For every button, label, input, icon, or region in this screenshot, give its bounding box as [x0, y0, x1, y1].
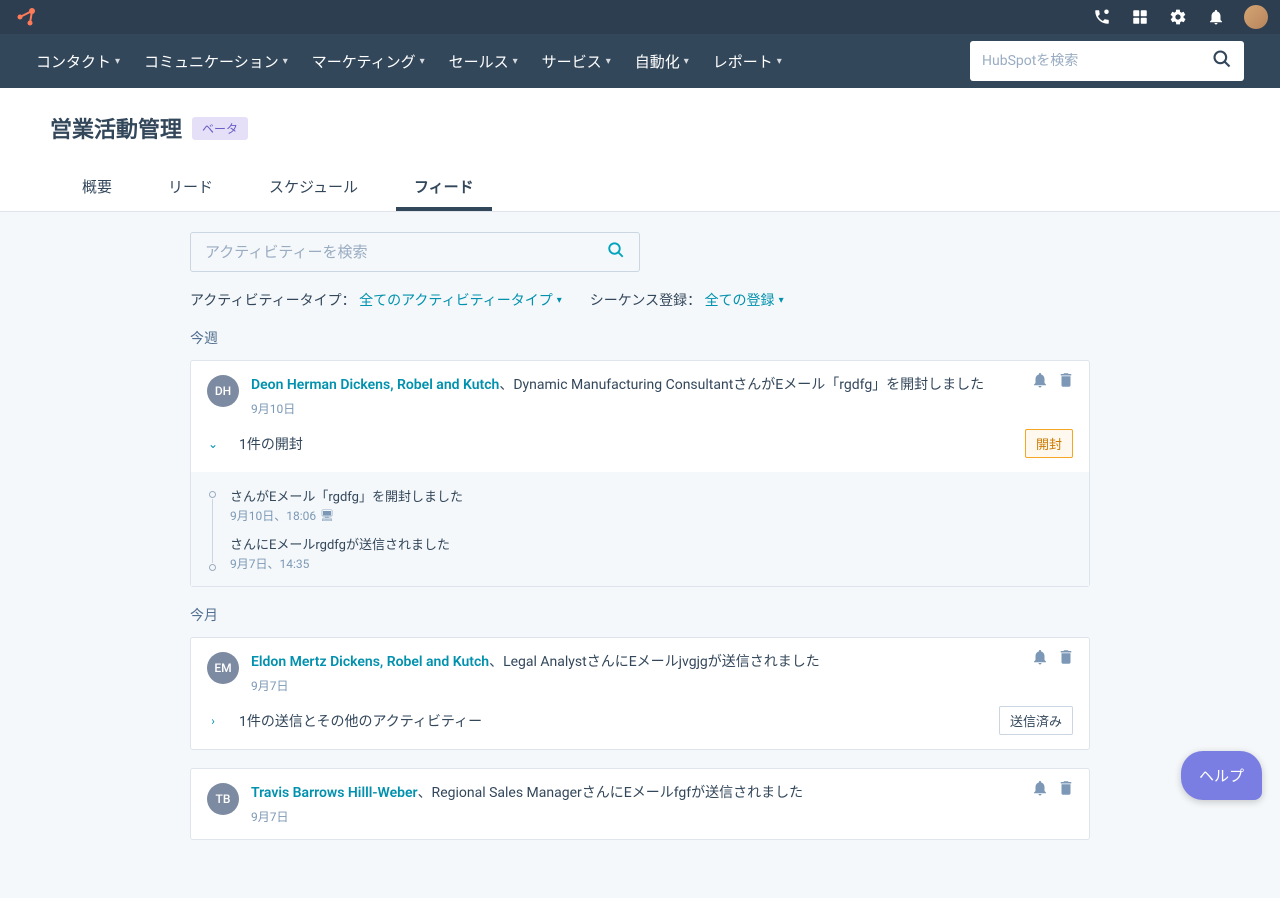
activity-date: 9月10日 [251, 400, 1073, 417]
help-button[interactable]: ヘルプ [1181, 751, 1262, 800]
timeline-event: さんにEメールrgdfgが送信されました 9月7日、14:35 [230, 534, 1073, 572]
nav-service[interactable]: サービス▾ [542, 51, 611, 72]
nav-automation[interactable]: 自動化▾ [635, 51, 689, 72]
marketplace-icon[interactable] [1130, 7, 1150, 27]
page-title: 営業活動管理 [50, 112, 182, 144]
activity-text: 、Regional Sales ManagerさんにEメールfgfが送信されまし… [418, 785, 804, 801]
timeline-date: 9月7日、14:35 [230, 555, 1073, 572]
status-badge: 開封 [1025, 429, 1073, 458]
topbar [0, 0, 1280, 34]
timeline-dot [209, 491, 216, 498]
nav-marketing[interactable]: マーケティング▾ [312, 51, 425, 72]
chevron-down-icon: ▾ [420, 56, 425, 67]
section-this-month: 今月 [190, 605, 1090, 625]
tab-schedule[interactable]: スケジュール [265, 164, 362, 211]
notifications-icon[interactable] [1206, 7, 1226, 27]
activity-text: 、Legal AnalystさんにEメールjvgjgが送信されました [489, 654, 820, 670]
chevron-down-icon: ▾ [115, 56, 120, 67]
filter-seq-label: シーケンス登録： [590, 293, 701, 309]
content: アクティビティータイプ： 全てのアクティビティータイプ▾ シーケンス登録： 全て… [190, 212, 1090, 898]
chevron-down-icon: ▾ [779, 295, 784, 306]
nav-contacts[interactable]: コンタクト▾ [36, 51, 120, 72]
timeline-event: さんがEメール「rgdfg」を開封しました 9月10日、18:06🖥 [230, 486, 1073, 524]
phone-icon[interactable] [1092, 7, 1112, 27]
bell-icon[interactable] [1031, 779, 1049, 801]
chevron-down-icon: ▾ [777, 56, 782, 67]
timeline-text: さんにEメールrgdfgが送信されました [230, 534, 1073, 553]
section-this-week: 今週 [190, 328, 1090, 348]
nav-communication[interactable]: コミュニケーション▾ [144, 51, 288, 72]
filters: アクティビティータイプ： 全てのアクティビティータイプ▾ シーケンス登録： 全て… [190, 290, 1090, 310]
contact-avatar[interactable]: TB [207, 783, 239, 815]
filter-type-value[interactable]: 全てのアクティビティータイプ▾ [359, 290, 562, 310]
collapse-caret[interactable]: ⌄ [205, 437, 221, 451]
monitor-icon: 🖥 [320, 509, 334, 522]
activity-date: 9月7日 [251, 808, 1073, 825]
timeline-date: 9月10日、18:06🖥 [230, 507, 1073, 524]
settings-icon[interactable] [1168, 7, 1188, 27]
tab-overview[interactable]: 概要 [78, 164, 116, 211]
trash-icon[interactable] [1057, 779, 1075, 801]
bell-icon[interactable] [1031, 371, 1049, 393]
activity-date: 9月7日 [251, 677, 1073, 694]
search-icon[interactable] [1212, 49, 1232, 73]
global-search-input[interactable] [982, 53, 1212, 69]
user-avatar[interactable] [1244, 5, 1268, 29]
chevron-down-icon: ▾ [684, 56, 689, 67]
tab-feed[interactable]: フィード [410, 164, 478, 211]
trash-icon[interactable] [1057, 371, 1075, 393]
activity-card: EM Eldon Mertz Dickens, Robel and Kutch、… [190, 637, 1090, 750]
expand-caret[interactable]: › [205, 714, 221, 728]
timeline-dot [209, 564, 216, 571]
activity-card: DH Deon Herman Dickens, Robel and Kutch、… [190, 360, 1090, 587]
nav-menu: コンタクト▾ コミュニケーション▾ マーケティング▾ セールス▾ サービス▾ 自… [36, 51, 782, 72]
expand-label: 1件の開封 [239, 434, 303, 454]
bell-icon[interactable] [1031, 648, 1049, 670]
expand-label: 1件の送信とその他のアクティビティー [239, 711, 482, 731]
contact-avatar[interactable]: EM [207, 652, 239, 684]
chevron-down-icon: ▾ [513, 56, 518, 67]
contact-link[interactable]: Eldon Mertz Dickens, Robel and Kutch [251, 654, 489, 670]
status-badge: 送信済み [999, 706, 1073, 735]
page-header: 営業活動管理 ベータ 概要 リード スケジュール フィード [0, 88, 1280, 212]
activity-card: TB Travis Barrows Hilll-Weber、Regional S… [190, 768, 1090, 840]
timeline: さんがEメール「rgdfg」を開封しました 9月10日、18:06🖥 さんにEメ… [191, 472, 1089, 586]
hubspot-logo[interactable] [12, 3, 40, 31]
chevron-down-icon: ▾ [557, 295, 562, 306]
contact-link[interactable]: Deon Herman Dickens, Robel and Kutch [251, 377, 499, 393]
contact-link[interactable]: Travis Barrows Hilll-Weber [251, 785, 418, 801]
contact-avatar[interactable]: DH [207, 375, 239, 407]
filter-seq-value[interactable]: 全ての登録▾ [705, 290, 784, 310]
beta-badge: ベータ [192, 117, 248, 140]
activity-search-input[interactable] [205, 243, 607, 261]
tab-leads[interactable]: リード [164, 164, 217, 211]
nav-reports[interactable]: レポート▾ [713, 51, 782, 72]
activity-text: 、Dynamic Manufacturing ConsultantさんがEメール… [499, 377, 984, 393]
global-search[interactable] [970, 41, 1244, 81]
chevron-down-icon: ▾ [606, 56, 611, 67]
navbar: コンタクト▾ コミュニケーション▾ マーケティング▾ セールス▾ サービス▾ 自… [0, 34, 1280, 88]
chevron-down-icon: ▾ [283, 56, 288, 67]
activity-search[interactable] [190, 232, 640, 272]
nav-sales[interactable]: セールス▾ [449, 51, 518, 72]
tabs: 概要 リード スケジュール フィード [50, 164, 1230, 211]
search-icon[interactable] [607, 241, 625, 263]
timeline-line [212, 499, 213, 563]
filter-type-label: アクティビティータイプ： [190, 293, 356, 309]
trash-icon[interactable] [1057, 648, 1075, 670]
timeline-text: さんがEメール「rgdfg」を開封しました [230, 486, 1073, 505]
